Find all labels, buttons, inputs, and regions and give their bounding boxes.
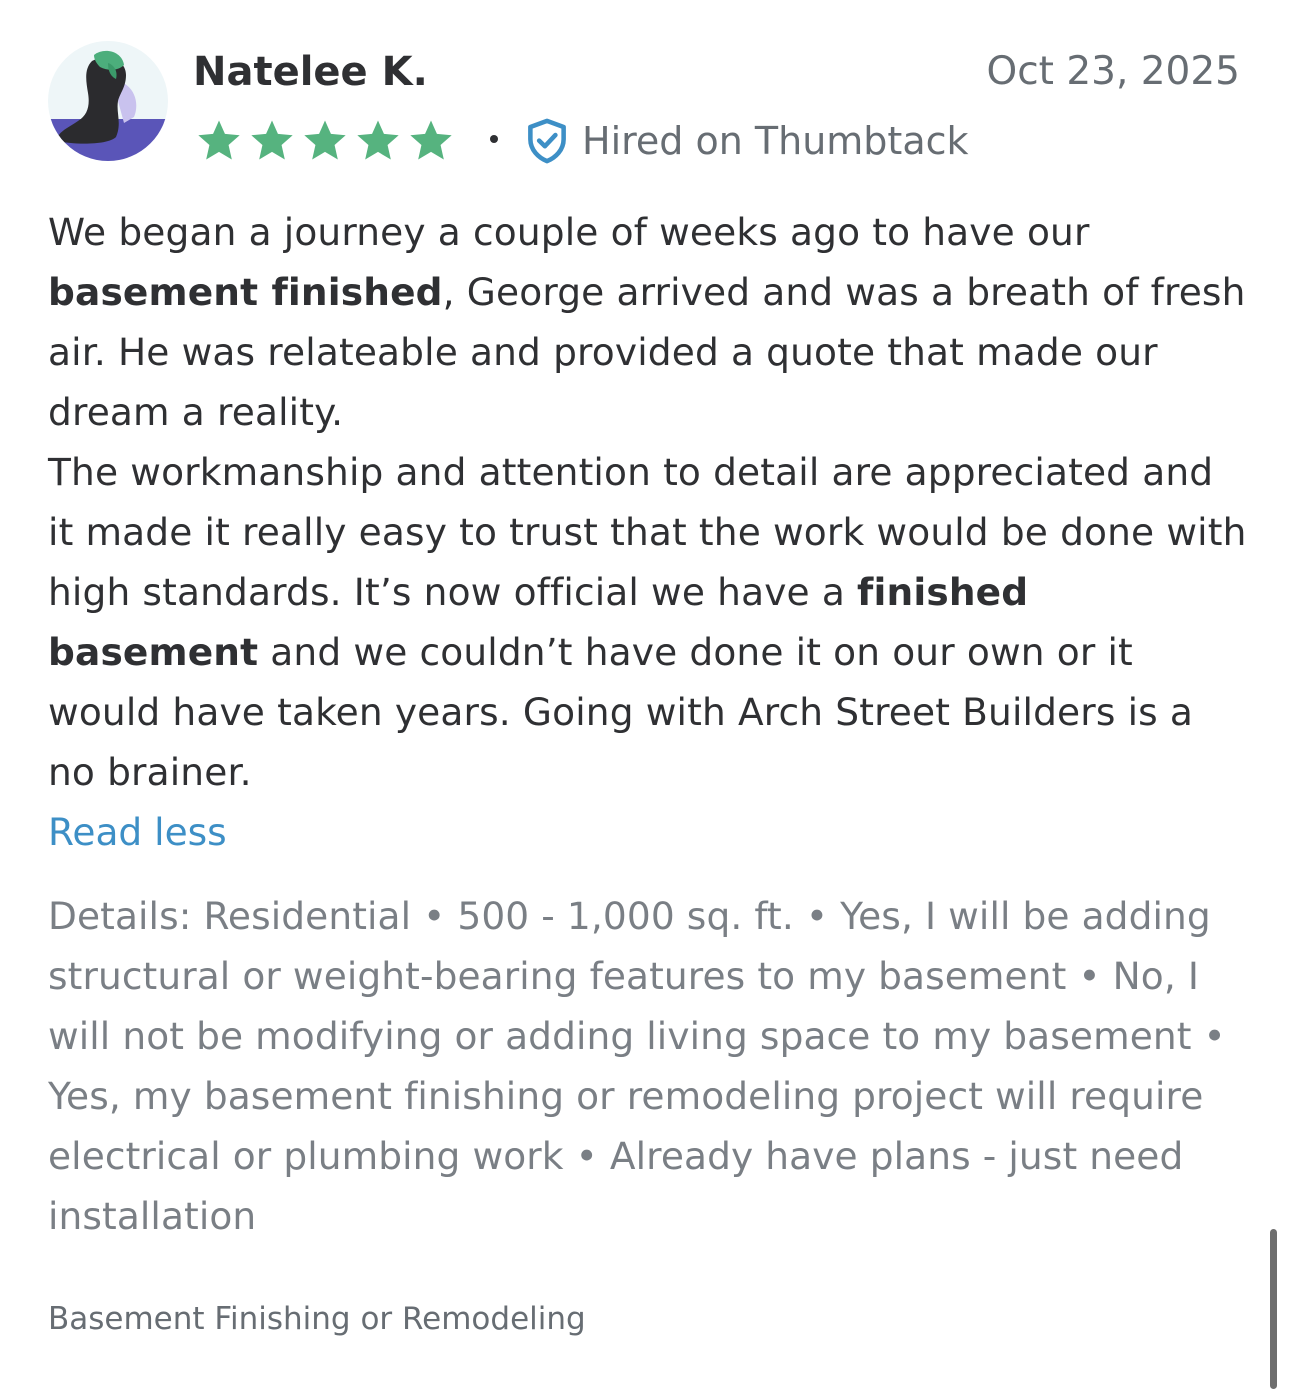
star-icon <box>251 120 293 160</box>
review-card: Natelee K. Oct 23, 2025 Hired on Thumbta… <box>48 0 1246 1389</box>
separator-dot <box>490 135 498 143</box>
review-paragraph: The workmanship and attention to detail … <box>48 442 1248 802</box>
review-body: We began a journey a couple of weeks ago… <box>48 202 1248 802</box>
review-text: The workmanship and attention to detail … <box>48 450 1247 614</box>
hired-on-thumbtack-label: Hired on Thumbtack <box>582 119 969 163</box>
star-icon <box>357 120 399 160</box>
star-icon <box>410 120 452 160</box>
review-text: We began a journey a couple of weeks ago… <box>48 210 1090 254</box>
review-date: Oct 23, 2025 <box>986 49 1241 94</box>
service-category: Basement Finishing or Remodeling <box>48 1301 586 1337</box>
reviewer-name: Natelee K. <box>193 49 428 95</box>
shield-check-icon <box>528 118 566 164</box>
avatar <box>48 41 168 161</box>
highlighted-phrase: basement finished <box>48 270 443 314</box>
star-rating <box>196 119 461 163</box>
scrollbar[interactable] <box>1270 1229 1277 1389</box>
review-paragraph: We began a journey a couple of weeks ago… <box>48 202 1248 442</box>
star-icon <box>304 120 346 160</box>
star-icon <box>198 120 240 160</box>
review-meta-row: Hired on Thumbtack <box>196 114 969 168</box>
avatar-illustration-icon <box>48 41 168 161</box>
project-details: Details: Residential • 500 - 1,000 sq. f… <box>48 894 1226 1238</box>
read-less-link[interactable]: Read less <box>48 802 227 862</box>
